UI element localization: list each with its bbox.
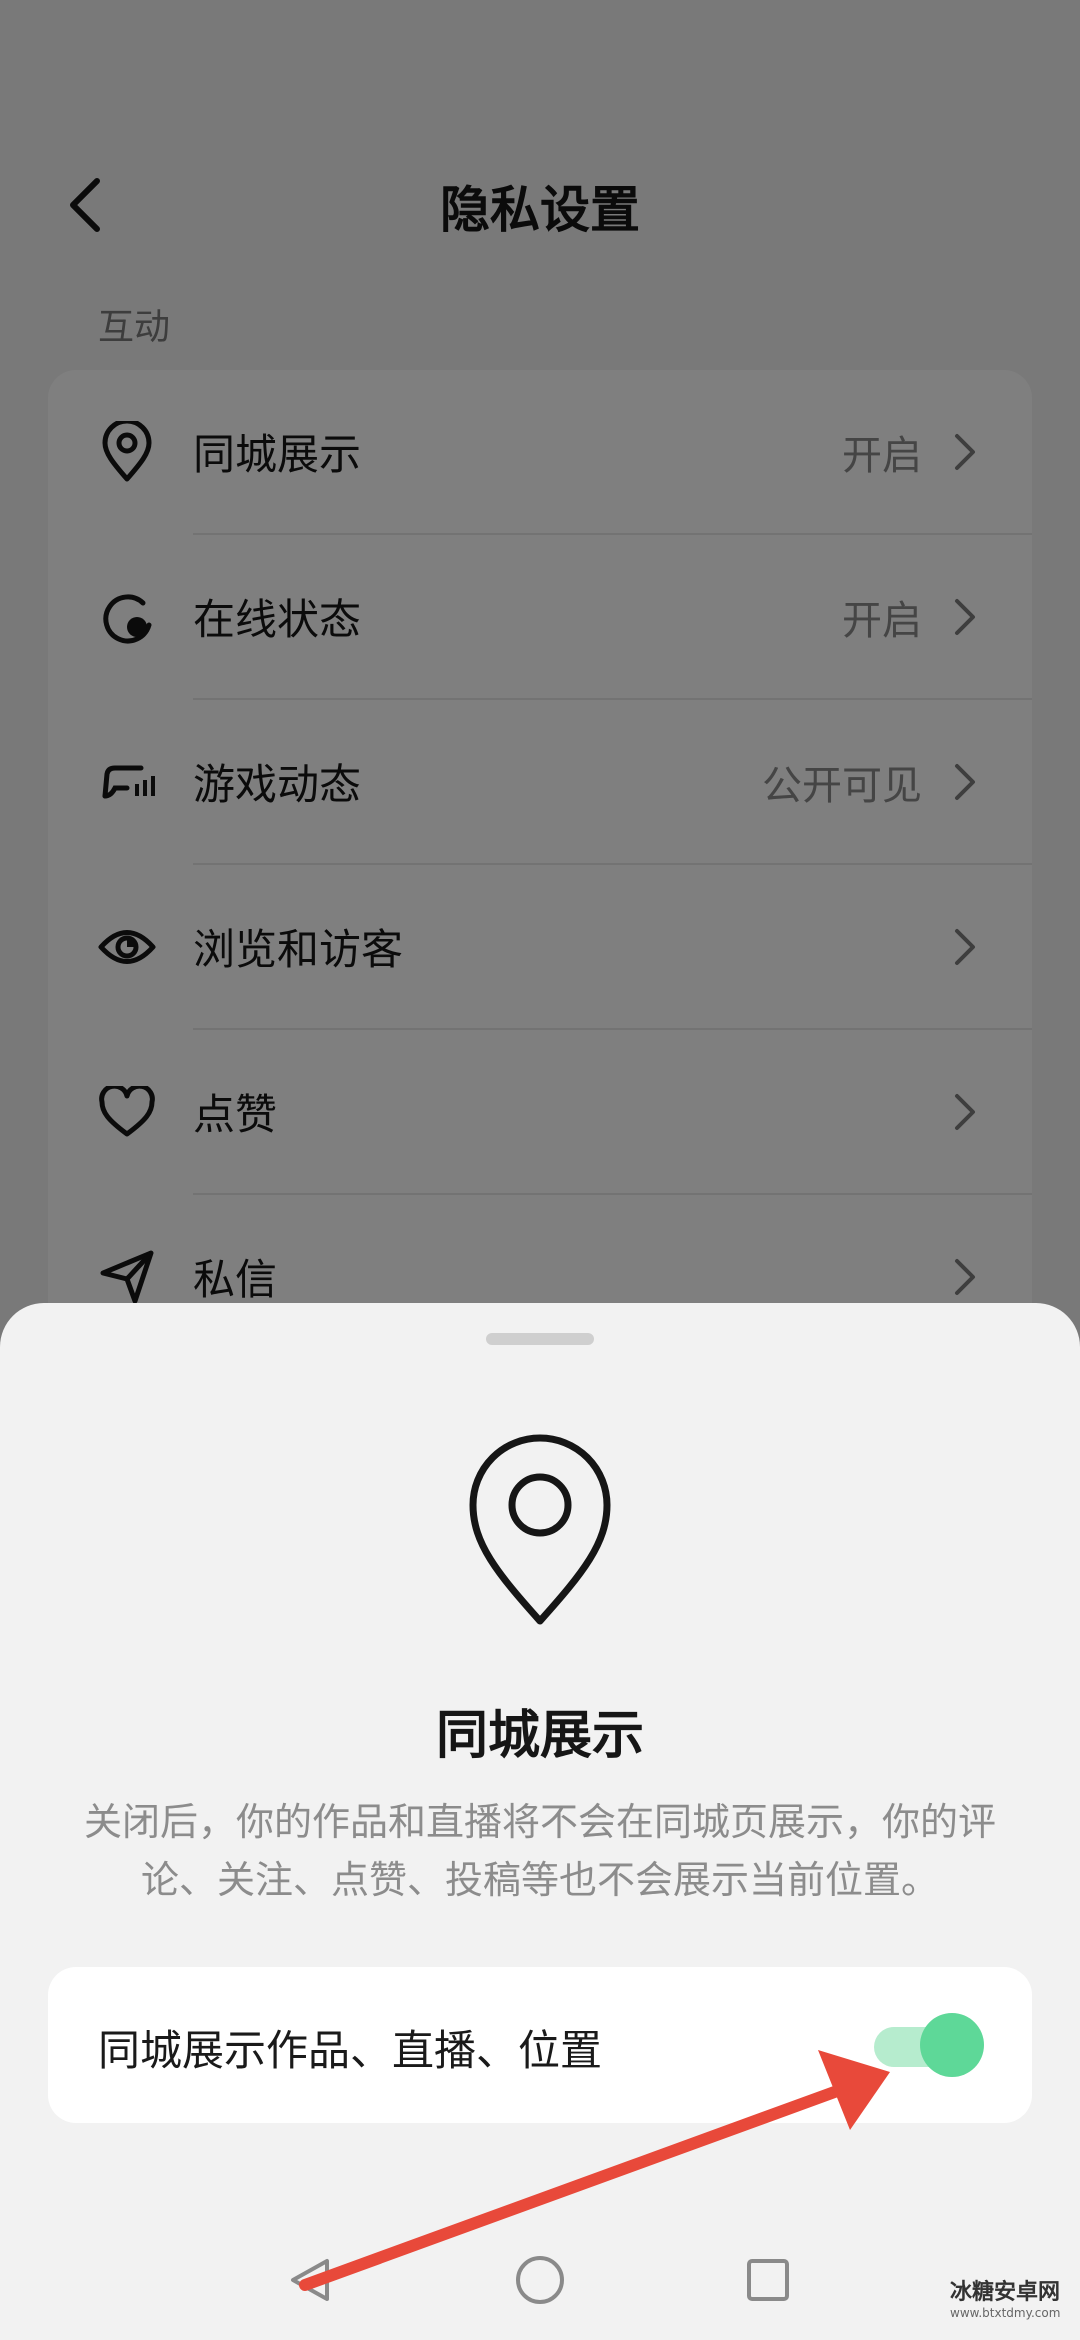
back-triangle-icon <box>291 2259 329 2301</box>
sheet-description: 关闭后，你的作品和直播将不会在同城页展示，你的评论、关注、点赞、投稿等也不会展示… <box>83 1800 996 1902</box>
watermark: 冰糖安卓网 www.btxtdmy.com <box>950 2260 1080 2340</box>
watermark-name: 冰糖安卓网 <box>950 2280 1061 2305</box>
home-circle-icon <box>516 2256 564 2304</box>
drag-handle[interactable] <box>486 1333 594 1345</box>
same-city-toggle[interactable] <box>874 2013 984 2077</box>
recents-square-icon <box>747 2259 789 2301</box>
system-nav-bar <box>0 2220 1080 2340</box>
toggle-card: 同城展示作品、直播、位置 <box>48 1967 1032 2123</box>
toggle-label: 同城展示作品、直播、位置 <box>98 2026 603 2075</box>
toggle-knob <box>920 2013 984 2077</box>
watermark-url: www.btxtdmy.com <box>950 2306 1061 2320</box>
nav-recents-button[interactable] <box>728 2240 808 2320</box>
nav-home-button[interactable] <box>500 2240 580 2320</box>
bottom-sheet: 同城展示 关闭后，你的作品和直播将不会在同城页展示，你的评论、关注、点赞、投稿等… <box>0 1303 1080 2340</box>
location-pin-icon <box>469 1434 611 1625</box>
nav-back-button[interactable] <box>270 2240 350 2320</box>
sheet-title: 同城展示 <box>435 1706 644 1766</box>
